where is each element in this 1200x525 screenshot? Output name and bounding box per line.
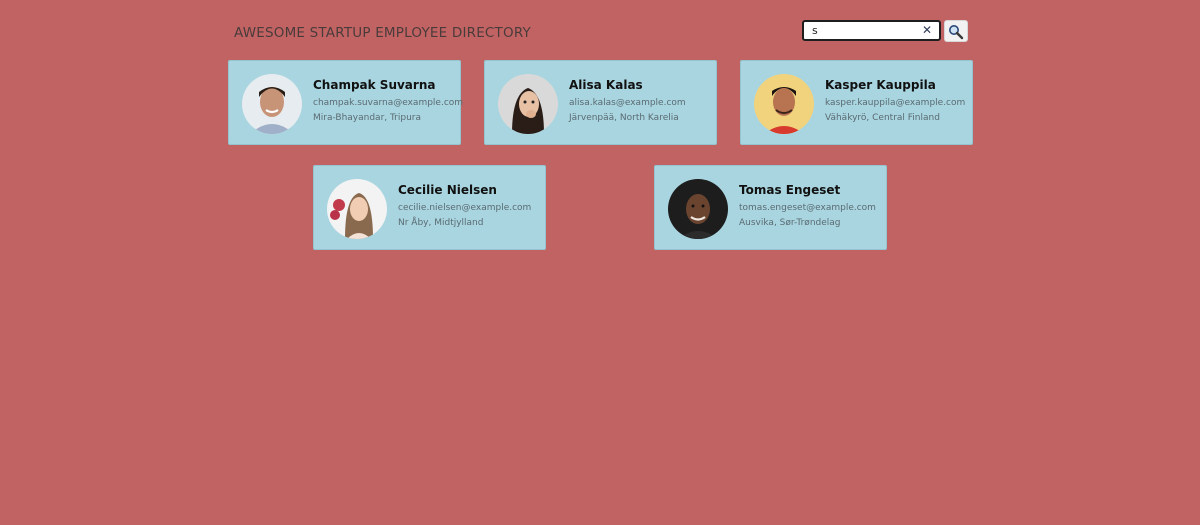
avatar — [327, 179, 387, 239]
employee-card[interactable]: Champak Suvarna champak.suvarna@example.… — [228, 60, 464, 145]
employee-name: Cecilie Nielsen — [398, 183, 497, 197]
employee-email: tomas.engeset@example.com — [739, 203, 876, 213]
employee-location: Nr Åby, Midtjylland — [398, 218, 484, 228]
directory-page: AWESOME STARTUP EMPLOYEE DIRECTORY ✕ Cha… — [0, 0, 1200, 525]
avatar — [668, 179, 728, 239]
employee-name: Tomas Engeset — [739, 183, 841, 197]
employee-name: Champak Suvarna — [313, 78, 436, 92]
employee-card[interactable]: Tomas Engeset tomas.engeset@example.com … — [654, 165, 887, 250]
avatar — [754, 74, 814, 134]
employee-card[interactable]: Kasper Kauppila kasper.kauppila@example.… — [740, 60, 973, 145]
employee-email: kasper.kauppila@example.com — [825, 98, 966, 108]
employee-email: alisa.kalas@example.com — [569, 98, 686, 108]
employee-card[interactable]: Cecilie Nielsen cecilie.nielsen@example.… — [313, 165, 546, 250]
search-button[interactable] — [944, 20, 968, 42]
employee-card[interactable]: Alisa Kalas alisa.kalas@example.com Järv… — [484, 60, 717, 145]
employee-email: champak.suvarna@example.com — [313, 98, 464, 108]
employee-name: Alisa Kalas — [569, 78, 643, 92]
employee-name: Kasper Kauppila — [825, 78, 936, 92]
employee-email: cecilie.nielsen@example.com — [398, 203, 532, 213]
employee-location: Järvenpää, North Karelia — [569, 113, 679, 123]
magnifier-icon — [949, 25, 964, 40]
close-icon[interactable]: ✕ — [920, 23, 934, 37]
employee-location: Mira-Bhayandar, Tripura — [313, 113, 422, 123]
avatar — [498, 74, 558, 134]
employee-location: Vähäkyrö, Central Finland — [825, 113, 940, 123]
avatar — [242, 74, 302, 134]
search-form: ✕ — [802, 20, 968, 42]
employee-location: Ausvika, Sør-Trøndelag — [739, 218, 841, 228]
page-title: AWESOME STARTUP EMPLOYEE DIRECTORY — [234, 25, 531, 41]
